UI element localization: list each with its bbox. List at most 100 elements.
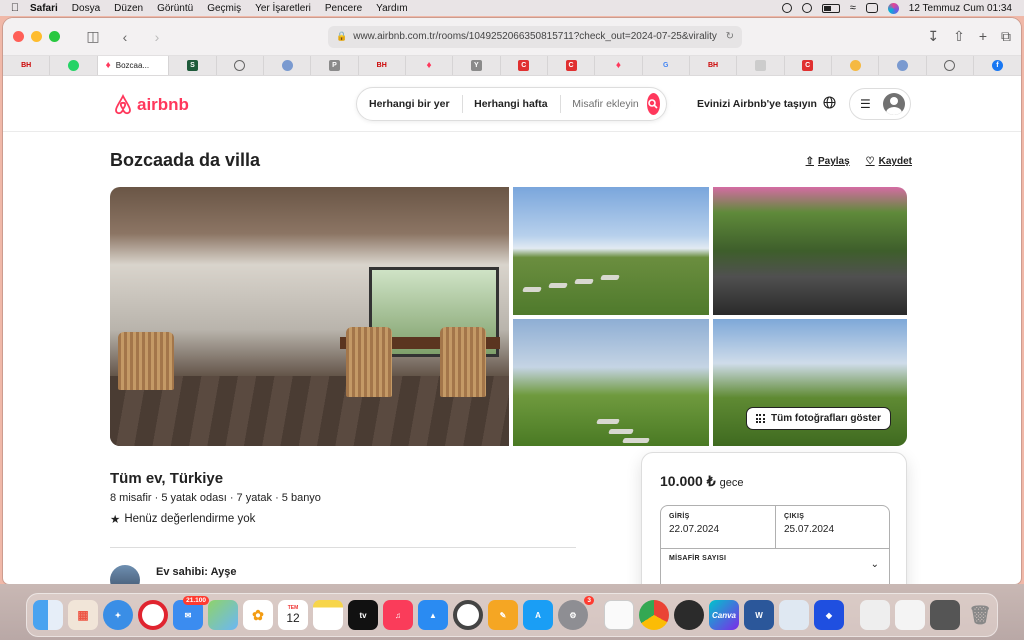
clock-text[interactable]: 12 Temmuz Cum 01:34 bbox=[909, 3, 1012, 14]
keynote-icon[interactable]: ▲ bbox=[418, 600, 448, 630]
address-bar[interactable]: 🔒 www.airbnb.com.tr/rooms/10492520663508… bbox=[328, 25, 742, 48]
tab-globe-4[interactable] bbox=[927, 56, 974, 75]
downloads-stack-icon[interactable] bbox=[860, 600, 890, 630]
control-center-icon[interactable] bbox=[865, 3, 878, 13]
app-store-icon[interactable]: A bbox=[523, 600, 553, 630]
safari-icon[interactable]: ✦ bbox=[103, 600, 133, 630]
forward-arrow-icon[interactable]: › bbox=[146, 27, 168, 47]
tab-globe-1[interactable] bbox=[217, 56, 264, 75]
tab-bh-1[interactable]: BH bbox=[3, 56, 51, 75]
downloads-icon[interactable]: ↧ bbox=[927, 28, 939, 45]
tab-bh-2[interactable]: BH bbox=[359, 56, 406, 75]
tab-c-1[interactable]: C bbox=[501, 56, 548, 75]
search-when[interactable]: Herhangi hafta bbox=[462, 98, 560, 110]
siri-icon[interactable] bbox=[887, 2, 899, 14]
tab-c-2[interactable]: C bbox=[548, 56, 596, 75]
tab-airbnb-3[interactable]: ♦ bbox=[595, 56, 643, 75]
search-button[interactable] bbox=[646, 93, 660, 115]
tab-doc[interactable] bbox=[737, 56, 785, 75]
close-window-button[interactable] bbox=[13, 31, 24, 42]
photo-main-interior[interactable] bbox=[110, 187, 509, 446]
new-tab-icon[interactable]: + bbox=[979, 28, 987, 45]
apple-tv-icon[interactable]: tv bbox=[348, 600, 378, 630]
menu-window[interactable]: Pencere bbox=[325, 3, 362, 14]
listing-actions: ⇧ Paylaş ♡ Kaydet bbox=[806, 156, 912, 167]
chrome-icon[interactable] bbox=[639, 600, 669, 630]
search-bar[interactable]: Herhangi bir yer Herhangi hafta Misafir … bbox=[356, 87, 667, 121]
share-icon[interactable]: ⇧ bbox=[953, 28, 965, 45]
screenshot-stack-icon[interactable] bbox=[930, 600, 960, 630]
airbnb-logo[interactable]: airbnb bbox=[113, 94, 189, 116]
search-where[interactable]: Herhangi bir yer bbox=[357, 98, 462, 110]
tab-p[interactable]: P bbox=[311, 56, 359, 75]
photo-garden-2[interactable] bbox=[513, 319, 709, 446]
pages-icon[interactable]: ✎ bbox=[488, 600, 518, 630]
tab-s[interactable]: S bbox=[169, 56, 217, 75]
back-arrow-icon[interactable]: ‹ bbox=[114, 27, 136, 47]
canva-icon[interactable]: Canva bbox=[709, 600, 739, 630]
tab-coin[interactable] bbox=[832, 56, 880, 75]
reload-icon[interactable]: ↻ bbox=[726, 31, 734, 42]
guests-field[interactable]: MİSAFİR SAYISI ⌄ bbox=[661, 548, 889, 570]
menu-file[interactable]: Dosya bbox=[72, 3, 100, 14]
battery-icon[interactable] bbox=[821, 3, 840, 13]
globe-icon bbox=[281, 60, 293, 71]
tab-bh-3[interactable]: BH bbox=[690, 56, 738, 75]
menu-edit[interactable]: Düzen bbox=[114, 3, 143, 14]
search-guests[interactable]: Misafir ekleyin bbox=[560, 98, 647, 110]
music-icon[interactable]: ♫ bbox=[383, 600, 413, 630]
preview-icon[interactable] bbox=[779, 600, 809, 630]
quicktime-icon[interactable] bbox=[674, 600, 704, 630]
listing-title: Bozcaada da villa bbox=[110, 150, 261, 170]
activity-monitor-icon[interactable] bbox=[453, 600, 483, 630]
trash-icon[interactable]: 🗑 bbox=[965, 600, 995, 630]
tab-y[interactable]: Y bbox=[453, 56, 501, 75]
menu-history[interactable]: Geçmiş bbox=[207, 3, 241, 14]
tab-airbnb-2[interactable]: ♦ bbox=[406, 56, 454, 75]
share-button[interactable]: ⇧ Paylaş bbox=[806, 156, 850, 167]
checkout-field[interactable]: ÇIKIŞ 25.07.2024 bbox=[776, 506, 891, 548]
vpn-icon[interactable]: ◆ bbox=[814, 600, 844, 630]
become-host-link[interactable]: Evinizi Airbnb'ye taşıyın bbox=[697, 98, 817, 110]
tab-whatsapp[interactable] bbox=[50, 56, 98, 75]
tab-bozcaada-active[interactable]: ♦ Bozcaa... bbox=[97, 56, 170, 75]
tab-overview-icon[interactable]: ⧉ bbox=[1001, 28, 1011, 45]
url-text[interactable]: www.airbnb.com.tr/rooms/1049252066350815… bbox=[353, 31, 719, 42]
language-globe-icon[interactable] bbox=[823, 96, 836, 114]
user-status-icon[interactable] bbox=[801, 3, 812, 13]
system-settings-icon[interactable]: ⚙ 3 bbox=[558, 596, 594, 630]
menu-view[interactable]: Görüntü bbox=[157, 3, 193, 14]
play-status-icon[interactable] bbox=[781, 3, 792, 13]
opera-icon[interactable] bbox=[138, 600, 168, 630]
launchpad-icon[interactable]: ▦ bbox=[68, 600, 98, 630]
tab-globe-3[interactable] bbox=[879, 56, 927, 75]
photo-garden-3[interactable]: Tüm fotoğrafları göster bbox=[713, 319, 907, 446]
tab-c-3[interactable]: C bbox=[785, 56, 832, 75]
tab-globe-2[interactable] bbox=[264, 56, 312, 75]
apple-menu-icon[interactable]:  bbox=[0, 2, 30, 14]
textedit-icon[interactable] bbox=[604, 600, 634, 630]
photo-garden-1[interactable] bbox=[513, 187, 709, 315]
calendar-icon[interactable]: TEM 12 bbox=[278, 600, 308, 630]
photos-icon[interactable]: ✿ bbox=[243, 600, 273, 630]
tab-facebook[interactable]: f bbox=[974, 56, 1021, 75]
photo-terrace[interactable] bbox=[713, 187, 907, 315]
documents-stack-icon[interactable] bbox=[895, 600, 925, 630]
minimize-window-button[interactable] bbox=[31, 31, 42, 42]
user-menu-button[interactable]: ☰ bbox=[849, 88, 911, 120]
wifi-icon[interactable]: ≈ bbox=[850, 2, 856, 14]
show-all-photos-button[interactable]: Tüm fotoğrafları göster bbox=[745, 407, 891, 430]
word-icon[interactable]: W bbox=[744, 600, 774, 630]
menu-help[interactable]: Yardım bbox=[376, 3, 408, 14]
mail-icon[interactable]: ✉ 21.100 bbox=[173, 596, 209, 630]
sidebar-toggle-icon[interactable]: ◫ bbox=[82, 27, 104, 47]
maps-icon[interactable] bbox=[208, 600, 238, 630]
save-button[interactable]: ♡ Kaydet bbox=[866, 156, 912, 167]
finder-icon[interactable] bbox=[33, 600, 63, 630]
menu-bookmarks[interactable]: Yer İşaretleri bbox=[255, 3, 311, 14]
tab-google[interactable]: G bbox=[643, 56, 690, 75]
checkin-field[interactable]: GİRİŞ 22.07.2024 bbox=[661, 506, 776, 548]
fullscreen-window-button[interactable] bbox=[49, 31, 60, 42]
menu-app-safari[interactable]: Safari bbox=[30, 3, 58, 14]
notes-icon[interactable] bbox=[313, 600, 343, 630]
